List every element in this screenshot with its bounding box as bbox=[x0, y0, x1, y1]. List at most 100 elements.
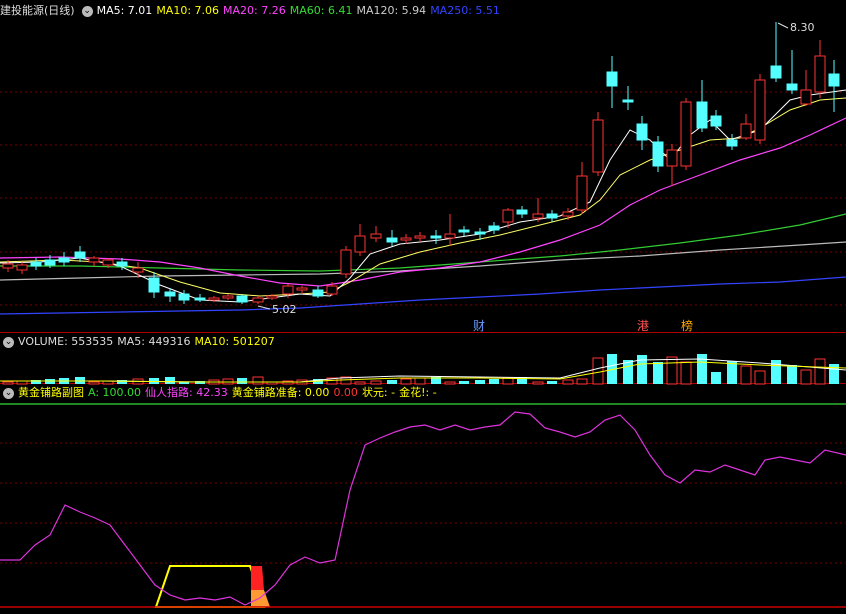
marker-bang[interactable]: 榜 bbox=[681, 318, 693, 333]
candle-body[interactable] bbox=[430, 235, 442, 239]
candle-body[interactable] bbox=[786, 83, 798, 91]
candle-body[interactable] bbox=[326, 285, 338, 295]
volume-bar bbox=[754, 370, 766, 385]
volume-bar bbox=[459, 381, 469, 384]
candle-body[interactable] bbox=[740, 123, 752, 139]
red-bar bbox=[251, 566, 264, 590]
volume-bar bbox=[740, 365, 752, 385]
candle-body[interactable] bbox=[340, 249, 352, 275]
chart-canvas[interactable]: 8.30 5.02 财 港 榜 bbox=[0, 0, 846, 614]
marker-gang[interactable]: 港 bbox=[637, 319, 649, 333]
volume-bar bbox=[237, 378, 247, 384]
candle-body[interactable] bbox=[148, 277, 160, 293]
volume-bar bbox=[414, 377, 426, 385]
candle-body[interactable] bbox=[814, 55, 826, 93]
candle-body[interactable] bbox=[58, 257, 70, 263]
candlesticks bbox=[2, 22, 840, 304]
volume-bar bbox=[727, 361, 737, 384]
candle-body[interactable] bbox=[164, 291, 176, 297]
volume-bar bbox=[88, 381, 100, 385]
candle-body[interactable] bbox=[414, 235, 426, 239]
candle-body[interactable] bbox=[458, 229, 470, 233]
candle-body[interactable] bbox=[444, 233, 456, 239]
candle-body[interactable] bbox=[194, 297, 206, 301]
volume-bar bbox=[547, 381, 557, 384]
candle-body[interactable] bbox=[576, 175, 588, 211]
volume-bar bbox=[814, 358, 826, 385]
volume-bar bbox=[195, 381, 205, 384]
candle-body[interactable] bbox=[30, 261, 42, 267]
candle-body[interactable] bbox=[696, 101, 708, 129]
candle-body[interactable] bbox=[132, 267, 144, 273]
candle-body[interactable] bbox=[562, 211, 574, 217]
volume-bar bbox=[666, 356, 678, 385]
candle-body[interactable] bbox=[44, 259, 56, 266]
candle-body[interactable] bbox=[770, 65, 782, 79]
volume-bar bbox=[502, 377, 514, 385]
volume-bar bbox=[252, 376, 264, 385]
candle-body[interactable] bbox=[680, 101, 692, 167]
candle-body[interactable] bbox=[636, 123, 648, 141]
marker-cai[interactable]: 财 bbox=[473, 319, 485, 333]
candle-body[interactable] bbox=[282, 285, 294, 295]
volume-bar bbox=[475, 380, 485, 384]
volume-bar bbox=[370, 380, 382, 385]
candle-body[interactable] bbox=[102, 259, 114, 266]
candle-body[interactable] bbox=[370, 233, 382, 239]
volume-bar bbox=[444, 381, 456, 385]
volume-bars bbox=[2, 354, 839, 385]
candle-body[interactable] bbox=[116, 261, 128, 267]
candle-body[interactable] bbox=[222, 295, 234, 299]
volume-bar bbox=[697, 354, 707, 384]
volume-bar bbox=[149, 378, 159, 384]
candle-body[interactable] bbox=[400, 237, 412, 241]
candle-body[interactable] bbox=[474, 231, 486, 235]
candle-body[interactable] bbox=[502, 209, 514, 223]
candle-body[interactable] bbox=[236, 295, 248, 303]
candle-body[interactable] bbox=[532, 213, 544, 219]
candle-body[interactable] bbox=[312, 289, 324, 297]
volume-bar bbox=[787, 365, 797, 384]
volume-bar bbox=[653, 362, 663, 384]
candle-body[interactable] bbox=[296, 287, 308, 291]
volume-bar bbox=[117, 380, 127, 384]
candle-body[interactable] bbox=[488, 225, 500, 231]
candle-body[interactable] bbox=[354, 235, 366, 253]
candle-body[interactable] bbox=[710, 115, 722, 127]
ma120-line bbox=[0, 241, 846, 281]
candle-body[interactable] bbox=[652, 141, 664, 167]
candle-body[interactable] bbox=[208, 297, 220, 301]
high-price-label: 8.30 bbox=[790, 21, 815, 34]
candle-body[interactable] bbox=[178, 293, 190, 301]
volume-bar bbox=[387, 380, 397, 384]
candle-body[interactable] bbox=[828, 73, 840, 87]
candle-body[interactable] bbox=[16, 264, 28, 271]
candle-body[interactable] bbox=[252, 297, 264, 303]
volume-bar bbox=[282, 380, 294, 385]
candle-body[interactable] bbox=[546, 213, 558, 219]
candle-body[interactable] bbox=[266, 295, 278, 299]
volume-bar bbox=[489, 379, 499, 384]
candle-body[interactable] bbox=[666, 149, 678, 167]
candle-body[interactable] bbox=[726, 139, 738, 147]
candle-body[interactable] bbox=[606, 71, 618, 87]
volume-bar bbox=[711, 372, 721, 384]
candle-body[interactable] bbox=[622, 99, 634, 103]
golden-road-shape bbox=[154, 565, 266, 608]
volume-bar bbox=[680, 361, 692, 385]
ma250-line bbox=[0, 276, 846, 315]
volume-bar bbox=[576, 378, 588, 385]
candle-body[interactable] bbox=[754, 79, 766, 141]
volume-bar bbox=[592, 357, 604, 385]
candle-body[interactable] bbox=[74, 251, 86, 259]
candle-body[interactable] bbox=[516, 209, 528, 215]
ma20-line bbox=[0, 117, 846, 287]
volume-bar bbox=[532, 381, 544, 385]
candle-body[interactable] bbox=[88, 257, 100, 263]
candle-body[interactable] bbox=[592, 119, 604, 173]
volume-bar bbox=[637, 355, 647, 384]
candle-body[interactable] bbox=[386, 237, 398, 243]
candle-body[interactable] bbox=[2, 263, 14, 269]
candle-body[interactable] bbox=[800, 89, 812, 105]
volume-bar bbox=[400, 378, 412, 385]
